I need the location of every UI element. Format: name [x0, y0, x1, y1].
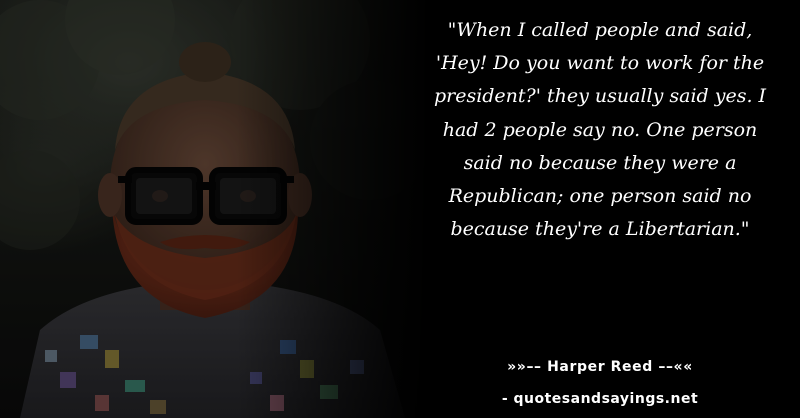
quote-card: "When I called people and said, 'Hey! Do…	[0, 0, 800, 418]
photo-fade-overlay	[0, 0, 430, 418]
author-attribution: »»–– Harper Reed ––««	[507, 359, 693, 375]
quote-text: "When I called people and said, 'Hey! Do…	[433, 19, 767, 241]
portrait-photo	[0, 0, 430, 418]
source-attribution: - quotesandsayings.net	[501, 391, 699, 407]
